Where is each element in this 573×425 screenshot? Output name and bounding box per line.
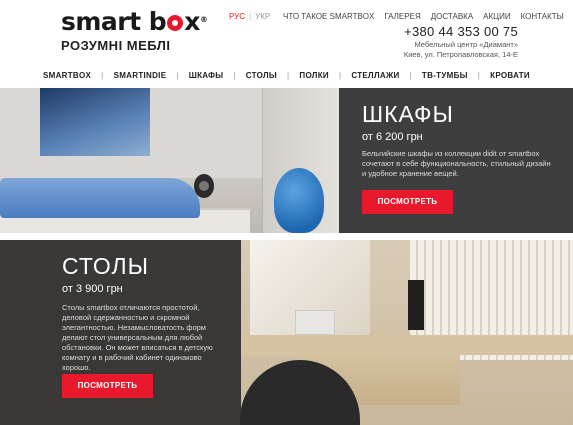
photo-lamp <box>408 280 424 330</box>
wardrobes-banner: ШКАФЫ от 6 200 грн Бельгийские шкафы из … <box>0 88 573 233</box>
address-line-2: Киев, ул. Петропавловская, 14-Е <box>403 50 518 59</box>
topnav-about[interactable]: ЧТО ТАКОЕ SMARTBOX <box>283 12 374 21</box>
wardrobes-view-button[interactable]: ПОСМОТРЕТЬ <box>362 190 453 214</box>
topnav-delivery[interactable]: ДОСТАВКА <box>431 12 473 21</box>
tables-view-button[interactable]: ПОСМОТРЕТЬ <box>62 374 153 398</box>
address: Мебельный центр «Диамант» Киев, ул. Петр… <box>404 40 518 60</box>
nav-beds[interactable]: КРОВАТИ <box>480 71 540 80</box>
wardrobes-info-panel: ШКАФЫ от 6 200 грн Бельгийские шкафы из … <box>339 88 573 233</box>
main-navigation: SMARTBOX | SMARTINDIE | ШКАФЫ | СТОЛЫ | ПОЛК… <box>0 66 573 84</box>
photo-beanbag <box>274 168 324 233</box>
nav-tables[interactable]: СТОЛЫ <box>236 71 287 80</box>
logo-text-start: smart b <box>61 7 167 36</box>
nav-wardrobes[interactable]: ШКАФЫ <box>179 71 234 80</box>
lang-ru[interactable]: РУС <box>229 12 245 21</box>
tables-price: от 3 900 грн <box>62 283 123 295</box>
topnav-promotions[interactable]: АКЦИИ <box>483 12 510 21</box>
logo[interactable]: smart b x® <box>61 7 208 36</box>
header: smart b x® РОЗУМНІ МЕБЛІ РУС | УКР ЧТО ТАКО… <box>0 0 573 62</box>
tables-description: Столы smartbox отличаются простотой, дел… <box>62 303 213 372</box>
lang-ua[interactable]: УКР <box>255 12 270 21</box>
alarm-clock-icon <box>194 174 214 198</box>
photo-blanket <box>0 178 200 218</box>
photo-poster <box>40 88 150 156</box>
phone-number[interactable]: +380 44 353 00 75 <box>404 24 518 39</box>
logo-text-end: x <box>184 7 200 36</box>
nav-racks[interactable]: СТЕЛЛАЖИ <box>341 71 409 80</box>
nav-smartbox[interactable]: SMARTBOX <box>33 71 101 80</box>
language-switcher: РУС | УКР <box>229 12 270 21</box>
tables-title: СТОЛЫ <box>62 253 149 279</box>
nav-smartindie[interactable]: SMARTINDIE <box>104 71 177 80</box>
wardrobes-description: Бельгийские шкафы из коллекции didit от … <box>362 149 551 178</box>
nav-shelves[interactable]: ПОЛКИ <box>289 71 339 80</box>
photo-desk-top <box>230 335 573 355</box>
photo-laptop <box>295 310 335 335</box>
registered-mark: ® <box>199 15 208 24</box>
top-navigation: ЧТО ТАКОЕ SMARTBOX ГАЛЕРЕЯ ДОСТАВКА АКЦИ… <box>283 12 564 21</box>
wardrobes-title: ШКАФЫ <box>362 101 454 127</box>
lang-divider: | <box>249 12 252 21</box>
wardrobes-price: от 6 200 грн <box>362 131 423 143</box>
topnav-contacts[interactable]: КОНТАКТЫ <box>521 12 564 21</box>
bedroom-photo <box>0 88 339 233</box>
nav-tv-stands[interactable]: ТВ-ТУМБЫ <box>412 71 478 80</box>
tables-info-panel: СТОЛЫ от 3 900 грн Столы smartbox отлича… <box>0 240 241 425</box>
tables-banner: СТОЛЫ от 3 900 грн Столы smartbox отлича… <box>0 240 573 425</box>
address-line-1: Мебельный центр «Диамант» <box>414 40 518 49</box>
tagline: РОЗУМНІ МЕБЛІ <box>61 38 171 53</box>
topnav-gallery[interactable]: ГАЛЕРЕЯ <box>384 12 420 21</box>
logo-ring-icon <box>167 15 184 31</box>
